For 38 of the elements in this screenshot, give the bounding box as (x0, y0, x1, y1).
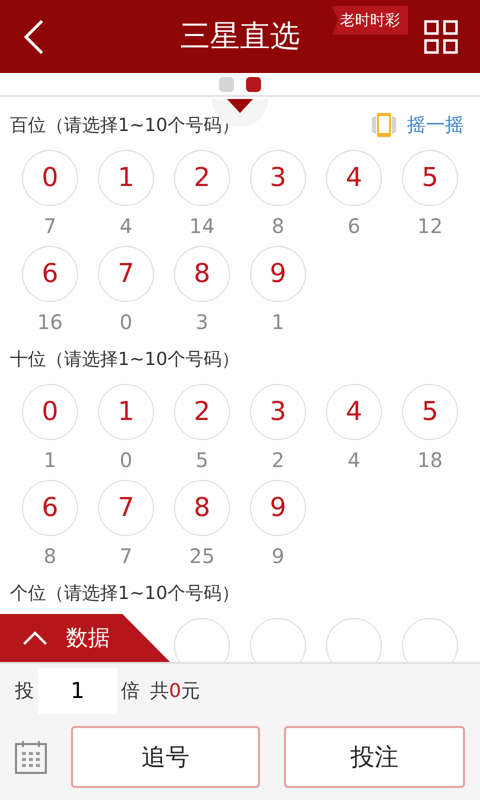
total-text: 共0元 (150, 678, 200, 704)
grid-menu-icon[interactable] (424, 20, 458, 54)
action-button[interactable]: 追号 (70, 726, 260, 788)
chevron-up-icon (22, 631, 48, 645)
section-label: 十位（请选择1~10个号码） (10, 348, 240, 372)
calendar-icon[interactable] (15, 740, 47, 774)
miss-count: 2 (272, 447, 284, 474)
down-triangle-icon (227, 99, 253, 113)
miss-count: 14 (189, 213, 215, 240)
miss-count: 4 (120, 213, 132, 240)
miss-count: 12 (417, 213, 443, 240)
miss-count: 5 (196, 447, 208, 474)
miss-count: 8 (44, 543, 56, 570)
action-button[interactable]: 投注 (284, 726, 465, 788)
miss-count: 6 (348, 213, 360, 240)
section-label: 个位（请选择1~10个号码） (10, 582, 240, 606)
back-icon[interactable] (22, 18, 46, 54)
lottery-tag[interactable]: 老时时彩 (332, 6, 408, 34)
miss-count: 0 (120, 447, 132, 474)
miss-count: 9 (272, 543, 284, 570)
miss-count: 1 (272, 309, 284, 336)
miss-count: 4 (348, 447, 360, 474)
miss-count: 8 (272, 213, 284, 240)
times-label: 倍 (121, 678, 140, 704)
page-title: 三星直选 (180, 18, 300, 56)
miss-count: 16 (37, 309, 63, 336)
miss-count: 3 (196, 309, 208, 336)
shake-button[interactable]: 摇一摇 (369, 110, 464, 140)
miss-count: 18 (417, 447, 443, 474)
phone-shake-icon (369, 112, 399, 138)
multiplier-field[interactable]: 1 (38, 668, 117, 714)
bet-label: 投 (15, 678, 34, 704)
miss-count: 25 (189, 543, 215, 570)
data-tab[interactable]: 数据 (0, 614, 170, 662)
miss-count: 7 (120, 543, 132, 570)
miss-count: 0 (120, 309, 132, 336)
miss-count: 7 (44, 213, 56, 240)
miss-count: 1 (44, 447, 56, 474)
